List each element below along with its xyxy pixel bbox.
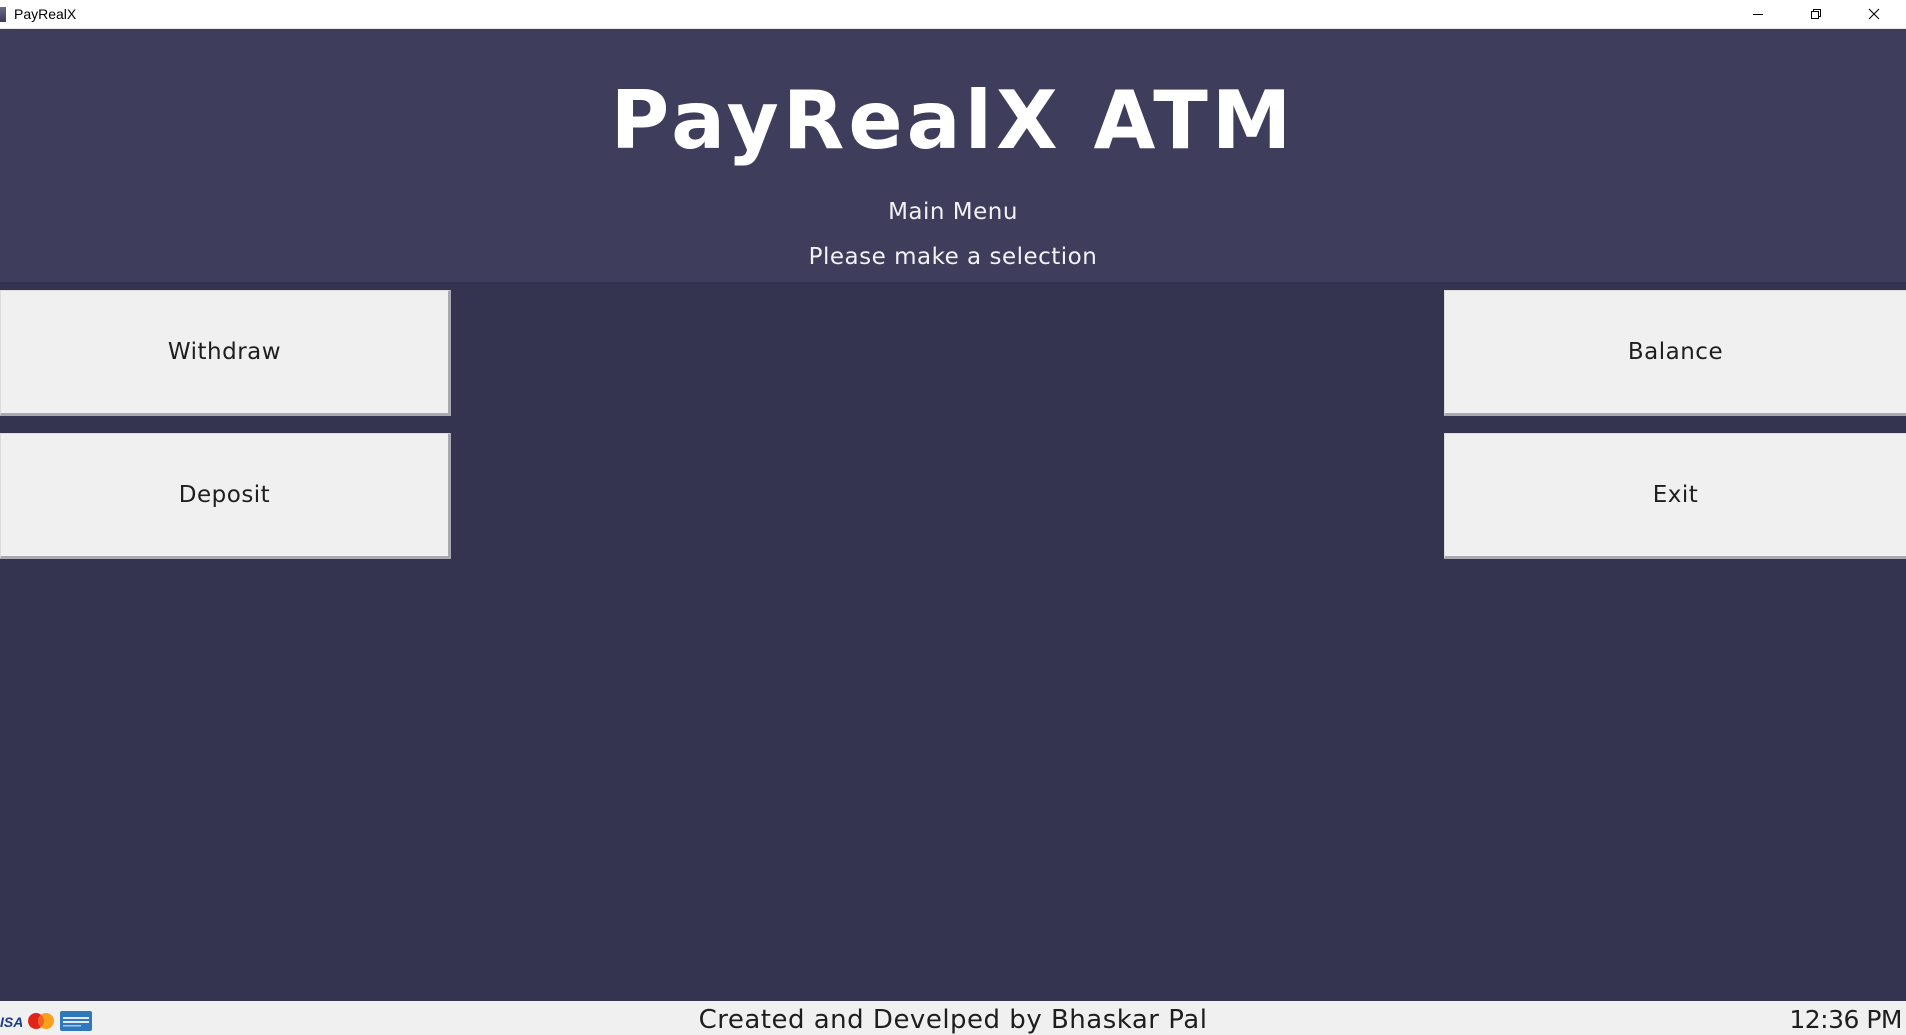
menu-title: Main Menu [888,199,1018,225]
footer-bar: ISA Created and Develped by Bhaskar Pal … [0,1001,1906,1035]
credit-text: Created and Develped by Bhaskar Pal [698,1005,1208,1035]
maximize-button[interactable] [1787,0,1845,28]
app-icon [0,7,6,22]
title-bar[interactable]: PayRealX [0,0,1906,29]
window-title: PayRealX [14,6,77,22]
balance-button[interactable]: Balance [1444,290,1906,416]
minimize-icon [1753,14,1763,15]
withdraw-button[interactable]: Withdraw [0,290,451,416]
atm-window: PayRealX PayRealX ATM Main Menu Please m… [0,0,1906,1035]
exit-button[interactable]: Exit [1444,433,1906,559]
close-button[interactable] [1845,0,1903,28]
minimize-button[interactable] [1729,0,1787,28]
close-icon [1868,8,1880,20]
app-heading: PayRealX ATM [610,74,1296,167]
header-band: PayRealX ATM Main Menu Please make a sel… [0,29,1906,282]
selection-prompt: Please make a selection [808,244,1098,270]
deposit-button[interactable]: Deposit [0,433,451,559]
clock: 12:36 PM [1789,1005,1902,1034]
restore-icon [1811,9,1821,19]
